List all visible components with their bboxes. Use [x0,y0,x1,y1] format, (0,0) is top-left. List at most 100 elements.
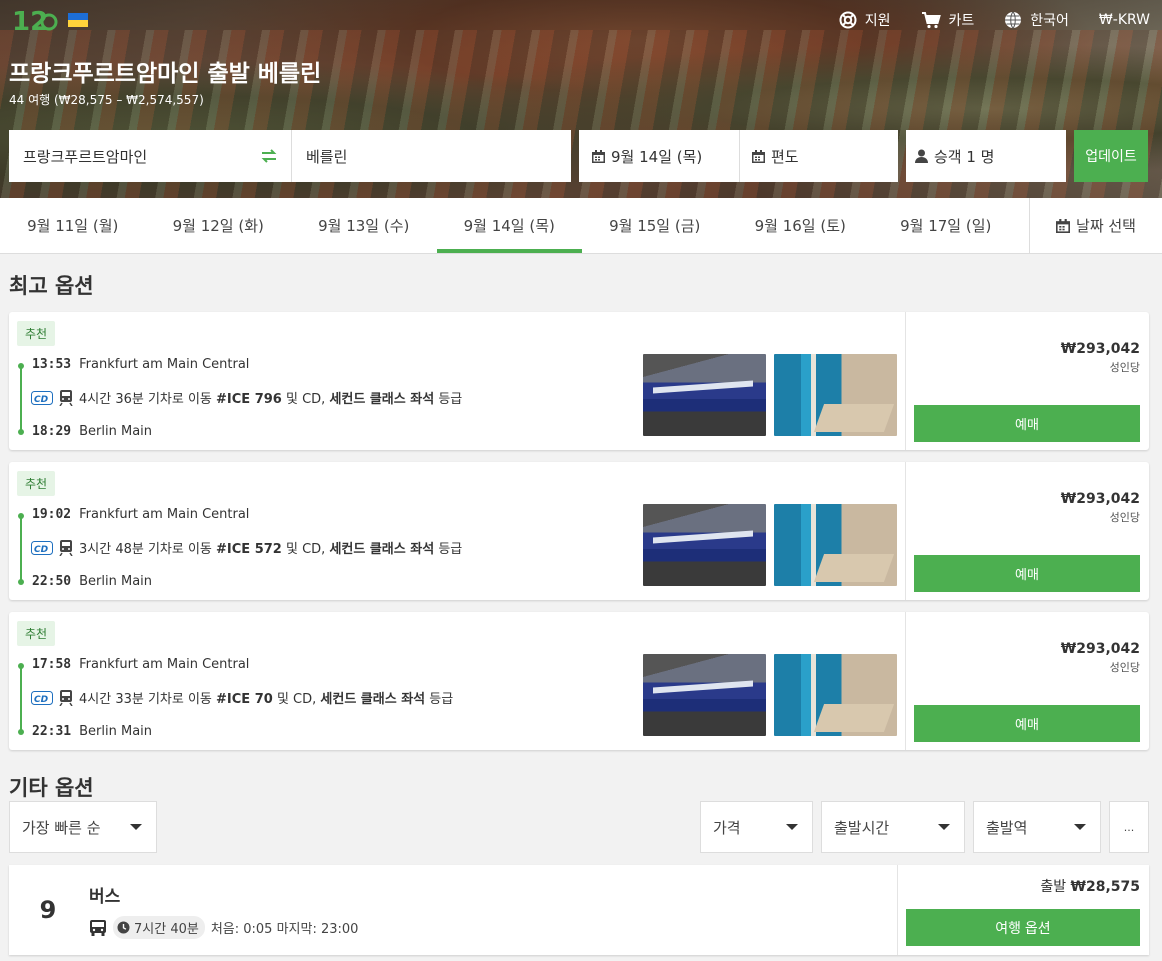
caret-down-icon [130,824,142,830]
from-price: 출발 ₩28,575 [1040,876,1140,896]
duration-text: 4시간 36분 기차로 이동 [79,392,212,407]
timeline [18,513,24,585]
train-photo[interactable] [643,354,766,436]
language-selector[interactable]: 한국어 [1004,10,1069,30]
seat-class: 세컨드 클래스 좌석 [329,392,435,407]
caret-down-icon [786,824,798,830]
support-label: 지원 [864,13,891,29]
trip-options-button[interactable]: 여행 옵션 [906,909,1140,946]
currency-selector[interactable]: ₩-KRW [1099,12,1150,28]
train-photo[interactable] [643,654,766,736]
return-field[interactable]: 편도 [739,130,898,182]
date-picker-label: 날짜 선택 [1076,217,1136,235]
trip-card[interactable]: 추천 13:53 Frankfurt am Main Central CD 4시간… [9,312,1149,450]
book-button[interactable]: 예매 [914,705,1140,742]
page-subtitle: 44 여행 (₩28,575 – ₩2,574,557) [9,93,204,107]
to-field[interactable]: 베를린 [291,130,571,182]
first-last-times: 처음: 0:05 마지막: 23:00 [210,922,359,937]
train-number: #ICE 796 [216,392,282,407]
to-value: 베를린 [306,147,348,166]
departure-station: Frankfurt am Main Central [79,357,250,372]
date-tab[interactable]: 9월 17일 (일) [873,198,1019,253]
trip-details: CD 4시간 33분 기차로 이동 #ICE 70 및 CD, 세컨드 클래스 … [31,688,453,707]
swap-icon[interactable] [261,149,277,163]
date-field[interactable]: 9월 14일 (목) [579,130,739,182]
update-button[interactable]: 업데이트 [1074,130,1148,182]
price-filter-label: 가격 [713,818,741,837]
top-nav: 지원 카트 한국어 ₩-KRW [839,10,1150,30]
from-value: 프랑크푸르트암마인 [23,147,148,166]
lifebuoy-icon [839,11,857,29]
operator-text: 및 CD, [285,392,326,407]
seat-photo[interactable] [774,354,897,436]
date-picker-button[interactable]: 날짜 선택 [1029,198,1162,253]
train-icon [59,389,73,406]
departure: 17:58 Frankfurt am Main Central [32,657,249,672]
date-tab[interactable]: 9월 11일 (월) [0,198,146,253]
more-filters-button[interactable]: ... [1109,801,1149,853]
per-adult: 성인당 [1109,661,1140,674]
svg-text:CD: CD [34,395,49,405]
logo[interactable]: 12 [12,3,60,37]
language-label: 한국어 [1030,13,1069,29]
trip-card[interactable]: 추천 19:02 Frankfurt am Main Central CD 3시간… [9,462,1149,600]
departure-station-filter-label: 출발역 [986,818,1028,837]
arrival-time: 18:29 [32,424,72,439]
seat-photo[interactable] [774,504,897,586]
cart-label: 카트 [948,13,975,29]
book-button[interactable]: 예매 [914,555,1140,592]
bus-option-row[interactable]: 9 버스 7시간 40분 처음: 0:05 마지막: 23:00 출발 ₩28,… [9,865,1149,955]
trip-card[interactable]: 추천 17:58 Frankfurt am Main Central CD 4시간… [9,612,1149,750]
from-field[interactable]: 프랑크푸르트암마인 [9,130,291,182]
cd-logo-icon: CD [31,390,53,405]
train-number: #ICE 70 [216,692,273,707]
user-icon [915,149,928,163]
arrival-time: 22:31 [32,724,72,739]
departure-time-filter-label: 출발시간 [834,818,890,837]
class-suffix: 등급 [438,392,463,407]
passengers-field[interactable]: 승객 1 명 [906,130,1066,182]
svg-text:CD: CD [34,695,49,705]
departure: 13:53 Frankfurt am Main Central [32,357,249,372]
arrival: 22:31 Berlin Main [32,724,152,739]
departure-time-filter[interactable]: 출발시간 [821,801,965,853]
date-value: 9월 14일 (목) [611,147,703,166]
price-filter[interactable]: 가격 [700,801,813,853]
seat-photo[interactable] [774,654,897,736]
arrival-station: Berlin Main [79,574,153,589]
departure-time: 19:02 [32,507,72,522]
class-suffix: 등급 [429,692,454,707]
calendar-icon [1056,218,1071,233]
caret-down-icon [938,824,950,830]
clock-icon [117,921,130,934]
sort-dropdown[interactable]: 가장 빠른 순 [9,801,157,853]
trip-details: CD 4시간 36분 기차로 이동 #ICE 796 및 CD, 세컨드 클래스… [31,388,462,407]
book-button[interactable]: 예매 [914,405,1140,442]
departure-station-filter[interactable]: 출발역 [973,801,1101,853]
bus-meta: 7시간 40분 처음: 0:05 마지막: 23:00 [89,916,358,939]
recommended-badge: 추천 [17,321,56,346]
date-tab[interactable]: 9월 12일 (화) [146,198,292,253]
duration-text: 4시간 33분 기차로 이동 [79,692,212,707]
transport-name: 버스 [89,887,121,907]
recommended-badge: 추천 [17,621,56,646]
best-options-heading: 최고 옵션 [9,274,94,298]
date-tab[interactable]: 9월 16일 (토) [728,198,874,253]
arrival-station: Berlin Main [79,424,153,439]
duration-value: 7시간 40분 [134,922,199,937]
date-tab[interactable]: 9월 15일 (금) [582,198,728,253]
cart-icon [921,12,941,29]
train-photo[interactable] [643,504,766,586]
timeline [18,363,24,435]
date-tab[interactable]: 9월 13일 (수) [291,198,437,253]
sort-label: 가장 빠른 순 [22,818,101,837]
support-link[interactable]: 지원 [839,10,891,30]
departure-time: 17:58 [32,657,72,672]
train-number: #ICE 572 [216,542,282,557]
date-tab-active[interactable]: 9월 14일 (목) [436,198,583,253]
calendar-icon [592,149,605,163]
calendar-icon [752,149,765,163]
per-adult: 성인당 [1109,511,1140,524]
cart-link[interactable]: 카트 [921,10,975,30]
other-options-heading: 기타 옵션 [9,776,94,800]
